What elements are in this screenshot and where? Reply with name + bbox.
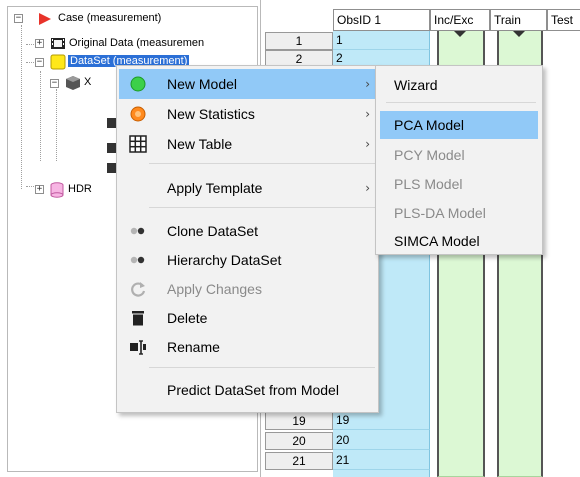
column-header-train[interactable]: Train — [490, 9, 547, 31]
menu-item-label: Apply Changes — [167, 281, 262, 297]
submenu-item-simca-model[interactable]: SIMCA Model — [380, 227, 538, 255]
green-circle-icon — [130, 76, 146, 92]
menu-item-label: Apply Template — [167, 180, 263, 196]
submenu-item-pcy-model[interactable]: PCY Model — [380, 141, 538, 169]
obsid-cell[interactable]: 21 — [333, 452, 430, 470]
menu-item-predict-dataset[interactable]: Predict DataSet from Model — [119, 375, 376, 405]
submenu-item-pca-model[interactable]: PCA Model — [380, 111, 538, 139]
menu-item-rename[interactable]: Rename — [119, 332, 376, 362]
tree-item-label: Case (measurement) — [58, 12, 162, 24]
new-model-submenu: Wizard PCA Model PCY Model PLS Model PLS… — [375, 65, 543, 255]
menu-item-label: New Model — [167, 76, 238, 92]
expand-icon[interactable]: + — [35, 185, 44, 194]
rename-cursor-icon — [130, 340, 146, 355]
column-header-test[interactable]: Test — [547, 9, 580, 31]
menu-item-label: New Table — [167, 136, 233, 152]
collapse-icon[interactable]: − — [50, 79, 59, 88]
orange-circle-icon — [130, 106, 146, 122]
menu-item-new-table[interactable]: New Table › — [119, 129, 376, 159]
obsid-cell[interactable]: 1 — [333, 32, 430, 50]
menu-item-apply-template[interactable]: Apply Template › — [119, 173, 376, 203]
column-header-obsid[interactable]: ObsID 1 — [333, 9, 430, 31]
menu-item-clone-dataset[interactable]: Clone DataSet — [119, 216, 376, 246]
refresh-icon — [131, 282, 146, 297]
table-grid-icon — [129, 135, 147, 153]
dataset-yellow-icon — [50, 54, 66, 70]
collapse-icon[interactable]: − — [14, 14, 23, 23]
menu-separator — [149, 163, 375, 164]
dropdown-marker-icon — [513, 31, 525, 37]
obsid-cell[interactable]: 20 — [333, 432, 430, 450]
menu-separator — [149, 207, 375, 208]
menu-separator — [149, 367, 375, 368]
menu-item-label: Delete — [167, 310, 208, 326]
menu-item-label: New Statistics — [167, 106, 255, 122]
submenu-arrow-icon: › — [365, 77, 370, 91]
tree-item-label: Original Data (measuremen — [69, 37, 205, 49]
dropdown-marker-icon — [454, 31, 466, 37]
menu-item-label: Hierarchy DataSet — [167, 252, 282, 268]
tree-connector — [56, 89, 57, 161]
context-menu: New Model › New Statistics › New Table ›… — [116, 65, 379, 413]
menu-item-label: Rename — [167, 339, 220, 355]
database-icon — [50, 182, 64, 198]
film-strip-icon — [51, 38, 65, 49]
menu-item-new-model[interactable]: New Model › — [119, 69, 376, 99]
case-flag-icon — [39, 13, 51, 25]
submenu-item-pls-model[interactable]: PLS Model — [380, 170, 538, 198]
app-window: − Case (measurement) + Original Data (me… — [0, 0, 580, 477]
submenu-arrow-icon: › — [365, 137, 370, 151]
hierarchy-dots-icon — [130, 256, 145, 264]
tree-connector — [40, 71, 41, 161]
trash-icon — [132, 311, 144, 326]
submenu-arrow-icon: › — [365, 107, 370, 121]
submenu-item-wizard[interactable]: Wizard — [380, 71, 538, 99]
tree-item-label: HDR — [68, 183, 92, 195]
menu-item-hierarchy-dataset[interactable]: Hierarchy DataSet — [119, 245, 376, 275]
submenu-item-pls-da-model[interactable]: PLS-DA Model — [380, 199, 538, 227]
row-number[interactable]: 19 — [265, 412, 333, 430]
tree-item-label: X — [84, 76, 92, 88]
submenu-arrow-icon: › — [365, 181, 370, 195]
expand-icon[interactable]: + — [35, 39, 44, 48]
row-number[interactable]: 1 — [265, 32, 333, 50]
cube-icon — [66, 76, 80, 90]
menu-separator — [386, 102, 536, 103]
menu-item-apply-changes[interactable]: Apply Changes — [119, 274, 376, 304]
clone-dots-icon — [130, 227, 145, 235]
column-header-inc-exc[interactable]: Inc/Exc — [430, 9, 490, 31]
menu-item-new-statistics[interactable]: New Statistics › — [119, 99, 376, 129]
menu-item-label: Predict DataSet from Model — [167, 382, 339, 398]
menu-item-label: Clone DataSet — [167, 223, 259, 239]
obsid-cell[interactable]: 19 — [333, 412, 430, 430]
menu-item-delete[interactable]: Delete — [119, 303, 376, 333]
collapse-icon[interactable]: − — [35, 58, 44, 67]
row-number[interactable]: 20 — [265, 432, 333, 450]
row-number[interactable]: 21 — [265, 452, 333, 470]
tree-connector — [21, 25, 22, 189]
